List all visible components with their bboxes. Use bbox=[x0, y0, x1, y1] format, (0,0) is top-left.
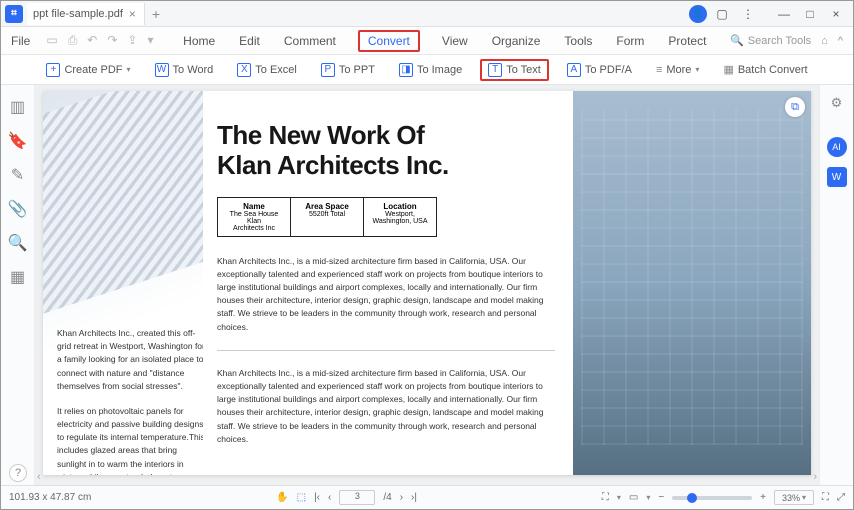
page-total: /4 bbox=[383, 492, 391, 503]
tab-title: ppt file-sample.pdf bbox=[33, 8, 123, 20]
info-table: NameThe Sea House KlanArchitects Inc Are… bbox=[217, 197, 437, 237]
to-ppt-button[interactable]: PTo PPT bbox=[315, 60, 381, 80]
menu-home[interactable]: Home bbox=[181, 30, 217, 52]
word-badge-icon[interactable]: W bbox=[827, 167, 847, 187]
new-tab-button[interactable]: + bbox=[145, 6, 167, 22]
to-excel-button[interactable]: XTo Excel bbox=[231, 60, 303, 80]
bookmarks-icon[interactable]: 🔖 bbox=[8, 131, 28, 151]
close-tab-icon[interactable]: × bbox=[129, 7, 136, 21]
ai-badge-icon[interactable]: AI bbox=[827, 137, 847, 157]
create-pdf-button[interactable]: +Create PDF▾ bbox=[40, 60, 136, 80]
zoom-out-icon[interactable]: − bbox=[658, 492, 664, 503]
user-avatar[interactable]: 👤 bbox=[689, 5, 707, 23]
menu-form[interactable]: Form bbox=[614, 30, 646, 52]
fit-width-icon[interactable]: ⛶ bbox=[602, 492, 609, 503]
fullscreen-icon[interactable]: ⤢ bbox=[837, 492, 845, 503]
single-page-icon[interactable]: ▭ bbox=[629, 492, 638, 503]
search-tools[interactable]: 🔍 Search Tools bbox=[730, 34, 811, 47]
menu-comment[interactable]: Comment bbox=[282, 30, 338, 52]
headline: The New Work Of Klan Architects Inc. bbox=[217, 121, 555, 181]
next-page-icon[interactable]: › bbox=[400, 492, 403, 503]
redo-icon[interactable]: ↷ bbox=[107, 33, 117, 48]
to-pdfa-button[interactable]: ATo PDF/A bbox=[561, 60, 638, 80]
prev-page-icon[interactable]: ‹ bbox=[328, 492, 331, 503]
help-icon[interactable]: ? bbox=[9, 464, 27, 482]
print-icon[interactable]: ⎙ bbox=[68, 33, 78, 48]
fields-icon[interactable]: ▦ bbox=[10, 267, 25, 287]
kebab-menu-icon[interactable]: ⋮ bbox=[737, 4, 759, 24]
page-navigation: |‹ ‹ 3 /4 › ›| bbox=[314, 490, 417, 505]
app-icon: ⌗ bbox=[5, 5, 23, 23]
undo-icon[interactable]: ↶ bbox=[87, 33, 97, 48]
qa-dropdown-icon[interactable]: ▾ bbox=[147, 33, 153, 48]
thumbnails-icon[interactable]: ▥ bbox=[10, 97, 25, 117]
left-column-text: Khan Architects Inc., created this off-g… bbox=[57, 327, 203, 475]
search-placeholder: Search Tools bbox=[748, 35, 811, 47]
document-tab[interactable]: ppt file-sample.pdf × bbox=[27, 3, 145, 25]
reading-mode-icon[interactable]: ⛶ bbox=[822, 492, 829, 503]
search-icon: 🔍 bbox=[730, 34, 744, 47]
menu-protect[interactable]: Protect bbox=[666, 30, 708, 52]
menubar: File ▭ ⎙ ↶ ↷ ⇪ ▾ Home Edit Comment Conve… bbox=[1, 27, 853, 55]
convert-toolbar: +Create PDF▾ WTo Word XTo Excel PTo PPT … bbox=[1, 55, 853, 85]
menu-organize[interactable]: Organize bbox=[490, 30, 543, 52]
scroll-right-icon[interactable]: › bbox=[813, 471, 817, 483]
menu-convert[interactable]: Convert bbox=[358, 30, 420, 52]
collapse-ribbon-icon[interactable]: ^ bbox=[838, 35, 843, 47]
attachments-icon[interactable]: 📎 bbox=[8, 199, 28, 219]
page: Khan Architects Inc., created this off-g… bbox=[43, 91, 811, 475]
share-icon[interactable]: ⇪ bbox=[127, 33, 137, 48]
minimize-button[interactable]: — bbox=[773, 4, 795, 24]
left-image: Khan Architects Inc., created this off-g… bbox=[43, 91, 203, 475]
titlebar: ⌗ ppt file-sample.pdf × + 👤 ▢ ⋮ — □ × bbox=[1, 1, 853, 27]
comments-icon[interactable]: ✎ bbox=[11, 165, 24, 185]
to-image-button[interactable]: ◨To Image bbox=[393, 60, 468, 80]
right-image: ⧉ bbox=[573, 91, 811, 475]
select-tool-icon[interactable]: ⬚ bbox=[297, 492, 306, 503]
menu-view[interactable]: View bbox=[440, 30, 470, 52]
file-menu[interactable]: File bbox=[1, 34, 40, 48]
last-page-icon[interactable]: ›| bbox=[411, 492, 417, 503]
to-text-button[interactable]: TTo Text bbox=[480, 59, 549, 81]
left-sidebar: ▥ 🔖 ✎ 📎 🔍 ▦ bbox=[1, 85, 35, 485]
right-sidebar: ⚙ AI W bbox=[819, 85, 853, 485]
zoom-in-icon[interactable]: + bbox=[760, 492, 766, 503]
open-icon[interactable]: ▭ bbox=[46, 33, 57, 48]
menu-tools[interactable]: Tools bbox=[562, 30, 594, 52]
page-number-field[interactable]: 3 bbox=[339, 490, 375, 505]
batch-convert-button[interactable]: ▦Batch Convert bbox=[717, 60, 813, 79]
notes-icon[interactable]: ▢ bbox=[711, 4, 733, 24]
hand-tool-icon[interactable]: ✋ bbox=[276, 492, 288, 503]
more-button[interactable]: ≡More▾ bbox=[650, 61, 706, 79]
statusbar: 101.93 x 47.87 cm ✋ ⬚ |‹ ‹ 3 /4 › ›| ⛶ ▾… bbox=[1, 485, 853, 509]
page-dimensions: 101.93 x 47.87 cm bbox=[9, 492, 91, 503]
close-window-button[interactable]: × bbox=[825, 4, 847, 24]
first-page-icon[interactable]: |‹ bbox=[314, 492, 320, 503]
cloud-icon[interactable]: ⌂ bbox=[821, 35, 828, 47]
menu-edit[interactable]: Edit bbox=[237, 30, 262, 52]
maximize-button[interactable]: □ bbox=[799, 4, 821, 24]
search-panel-icon[interactable]: 🔍 bbox=[8, 233, 28, 253]
to-word-button[interactable]: WTo Word bbox=[149, 60, 220, 80]
document-viewport[interactable]: Khan Architects Inc., created this off-g… bbox=[35, 85, 819, 485]
zoom-slider[interactable] bbox=[672, 496, 752, 500]
extract-image-icon[interactable]: ⧉ bbox=[785, 97, 805, 117]
scroll-left-icon[interactable]: ‹ bbox=[37, 471, 41, 483]
body-text: Khan Architects Inc., is a mid-sized arc… bbox=[217, 255, 555, 446]
settings-icon[interactable]: ⚙ bbox=[831, 95, 843, 111]
zoom-percent[interactable]: 33%▾ bbox=[774, 490, 814, 505]
